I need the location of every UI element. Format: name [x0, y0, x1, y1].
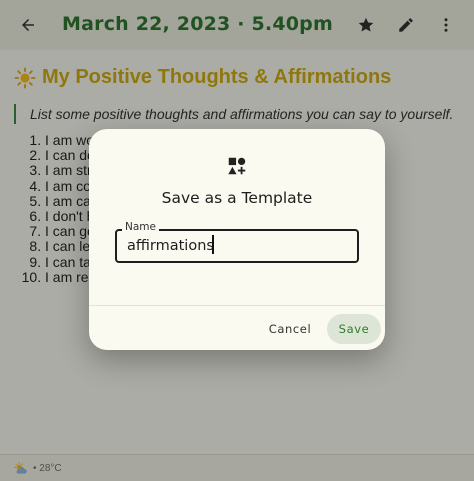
- save-button[interactable]: Save: [327, 314, 381, 344]
- dialog-title: Save as a Template: [161, 189, 313, 207]
- text-cursor: [212, 235, 214, 254]
- save-template-dialog: Save as a Template Name Cancel Save: [89, 129, 385, 350]
- name-field-label: Name: [122, 221, 159, 233]
- cancel-button[interactable]: Cancel: [260, 315, 320, 343]
- template-name-input[interactable]: [127, 234, 342, 258]
- shapes-add-icon: [228, 157, 246, 175]
- dialog-divider: [89, 305, 385, 306]
- note-screen: March 22, 2023 · 5.40pm My Positive Thou…: [0, 0, 474, 481]
